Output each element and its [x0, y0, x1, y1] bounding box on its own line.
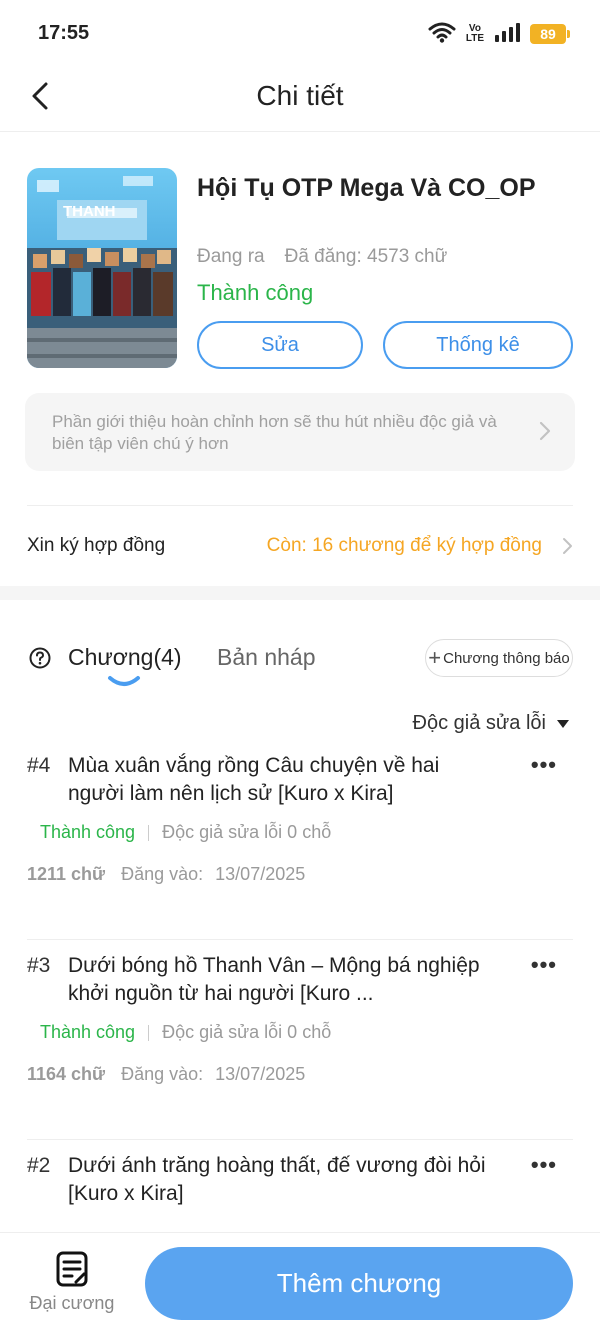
separator	[148, 1024, 150, 1041]
book-word-count: Đã đăng: 4573 chữ	[284, 246, 448, 267]
outline-label: Đại cương	[29, 1293, 115, 1313]
nav-bar: Chi tiết	[0, 66, 600, 132]
contract-link[interactable]: Còn: 16 chương để ký hợp đồng	[267, 535, 542, 557]
book-meta: Đang ra Đã đăng: 4573 chữ	[197, 246, 447, 268]
reader-errors-filter[interactable]: Độc giả sửa lỗi	[413, 712, 570, 735]
chapter-date: Đăng vào: 13/07/2025	[121, 1064, 306, 1084]
outline-button[interactable]: Đại cương	[22, 1251, 122, 1314]
book-title: Hội Tụ OTP Mega Và CO_OP	[197, 174, 536, 202]
volte-indicator: Vo LTE	[465, 23, 484, 44]
notice-chapter-button[interactable]: + Chương thông báo	[425, 639, 573, 677]
tab-chapters[interactable]: Chương(4)	[68, 644, 182, 671]
tab-drafts[interactable]: Bản nháp	[217, 644, 315, 671]
more-options-icon[interactable]: •••	[531, 952, 557, 978]
chapter-item[interactable]: #3 Dưới bóng hồ Thanh Vân – Mộng bá nghi…	[27, 940, 573, 1140]
chapter-word-count: 1164 chữ	[27, 1064, 106, 1084]
chapter-errors: Độc giả sửa lỗi 0 chỗ	[162, 1022, 332, 1042]
status-time: 17:55	[38, 22, 90, 44]
chapter-title: Dưới bóng hồ Thanh Vân – Mộng bá nghiệp …	[68, 954, 480, 1005]
wifi-icon	[428, 21, 456, 48]
chapter-status: Thành công	[40, 822, 136, 842]
edit-button[interactable]: Sửa	[197, 321, 363, 369]
chapter-status: Thành công	[40, 1022, 136, 1042]
chapter-meta: 1211 chữ Đăng vào: 13/07/2025	[27, 864, 305, 885]
section-divider	[0, 586, 600, 600]
document-icon	[56, 1251, 88, 1287]
status-bar: 17:55 Vo LTE 89	[0, 0, 600, 66]
separator	[148, 824, 150, 841]
stats-button[interactable]: Thống kê	[383, 321, 573, 369]
help-icon[interactable]	[29, 647, 51, 669]
chevron-right-icon	[563, 538, 572, 554]
chapter-meta: 1164 chữ Đăng vào: 13/07/2025	[27, 1064, 305, 1085]
chapter-tabs: Chương(4) Bản nháp + Chương thông báo	[0, 600, 600, 710]
book-cover[interactable]: THANH	[27, 168, 177, 368]
chevron-right-icon	[539, 421, 551, 441]
chapter-errors: Độc giả sửa lỗi 0 chỗ	[162, 822, 332, 842]
chapter-number: #2	[27, 1154, 51, 1177]
chapter-date: Đăng vào: 13/07/2025	[121, 864, 306, 884]
page-title: Chi tiết	[256, 80, 344, 111]
chapter-word-count: 1211 chữ	[27, 864, 106, 884]
more-options-icon[interactable]: •••	[531, 1152, 557, 1178]
filter-label: Độc giả sửa lỗi	[412, 712, 546, 734]
book-status: Thành công	[197, 280, 314, 305]
caret-down-icon	[557, 719, 569, 728]
contract-label: Xin ký hợp đồng	[27, 535, 166, 556]
chapter-status-row: Thành công Độc giả sửa lỗi 0 chỗ	[40, 822, 331, 843]
add-chapter-button[interactable]: Thêm chương	[145, 1247, 573, 1320]
chapter-title: Dưới ánh trăng hoàng thất, đế vương đòi …	[68, 1154, 486, 1205]
svg-text:THANH: THANH	[63, 203, 116, 220]
intro-hint-box[interactable]: Phần giới thiệu hoàn chỉnh hơn sẽ thu hú…	[25, 393, 575, 471]
chapter-number: #4	[27, 754, 51, 777]
divider	[27, 505, 573, 506]
notice-chapter-label: Chương thông báo	[443, 649, 570, 667]
book-state: Đang ra	[197, 246, 265, 267]
status-icons: Vo LTE 89	[428, 21, 570, 48]
chapter-item[interactable]: #4 Mùa xuân vắng rồng Câu chuyện về hai …	[27, 740, 573, 940]
intro-hint-text: Phần giới thiệu hoàn chỉnh hơn sẽ thu hú…	[52, 412, 497, 453]
chapter-number: #3	[27, 954, 51, 977]
chapter-status-row: Thành công Độc giả sửa lỗi 0 chỗ	[40, 1022, 331, 1043]
battery-icon: 89	[530, 24, 570, 44]
chapter-title: Mùa xuân vắng rồng Câu chuyện về hai ngư…	[68, 754, 440, 805]
more-options-icon[interactable]: •••	[531, 752, 557, 778]
book-info-card: THANH Hội Tụ OTP Mega Và CO_OP Đang ra Đ…	[0, 132, 600, 586]
signal-icon	[494, 22, 520, 47]
active-tab-indicator	[108, 676, 140, 686]
bottom-action-bar: Đại cương Thêm chương	[0, 1232, 600, 1333]
plus-icon: +	[428, 645, 442, 670]
